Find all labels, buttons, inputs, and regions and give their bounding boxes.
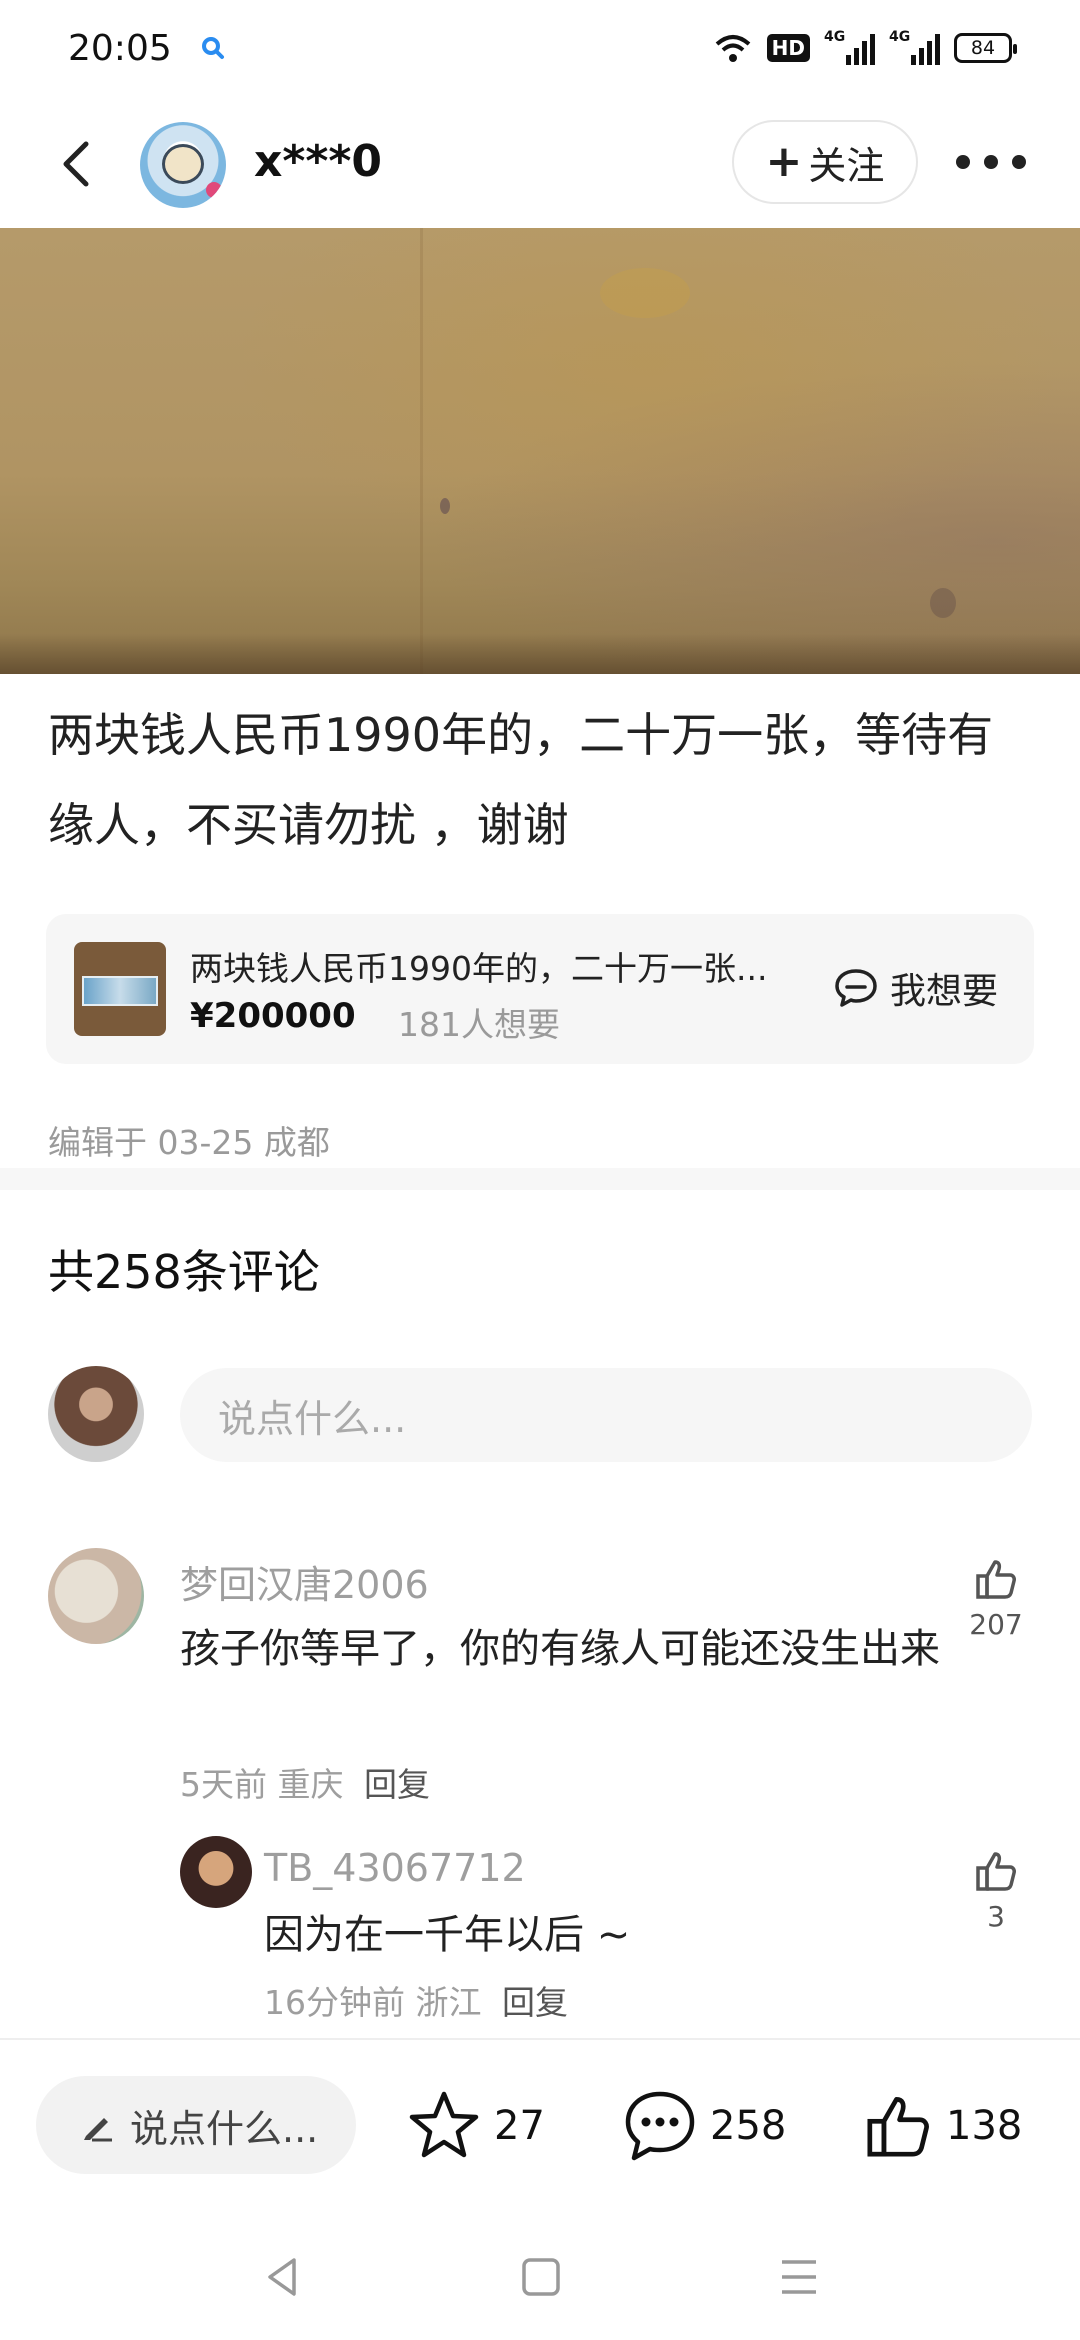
commenter-avatar[interactable] bbox=[180, 1836, 252, 1908]
back-arrow-icon[interactable] bbox=[52, 134, 112, 194]
product-price: ¥200000 bbox=[190, 996, 356, 1036]
comment-location: 浙江 bbox=[415, 1983, 482, 2022]
post-description: 两块钱人民币1990年的，二十万一张，等待有缘人，不买请勿扰 ，谢谢 bbox=[48, 708, 994, 852]
chat-bubble-icon bbox=[625, 2091, 695, 2161]
comment-button[interactable]: 258 bbox=[622, 2084, 786, 2168]
bottom-input-label: 说点什么... bbox=[130, 2106, 319, 2151]
status-icons: HD 4G 4G 84 bbox=[713, 29, 1017, 65]
bottom-action-bar: 说点什么... 27 258 138 bbox=[0, 2040, 1080, 2210]
thumbs-up-icon bbox=[976, 1852, 1016, 1891]
more-dots-icon[interactable] bbox=[956, 150, 1026, 174]
post-header: x***0 + 关注 bbox=[0, 110, 1080, 220]
favorite-count: 27 bbox=[494, 2103, 545, 2149]
favorite-button[interactable]: 27 bbox=[406, 2084, 545, 2168]
product-thumbnail bbox=[74, 942, 166, 1036]
hd-badge: HD bbox=[766, 34, 810, 62]
comment-location: 重庆 bbox=[277, 1765, 344, 1804]
nav-menu-icon[interactable] bbox=[774, 2252, 824, 2302]
like-count: 138 bbox=[946, 2103, 1023, 2149]
thumbs-up-icon bbox=[976, 1560, 1016, 1599]
follow-button[interactable]: + 关注 bbox=[732, 120, 918, 204]
signal-icon-2: 4G bbox=[889, 29, 940, 65]
section-divider bbox=[0, 1168, 1080, 1190]
system-nav-bar bbox=[0, 2220, 1080, 2340]
comment-like-button[interactable]: 3 bbox=[956, 1848, 1036, 1933]
edit-meta: 编辑于 03-25 成都 bbox=[48, 1123, 330, 1162]
product-card[interactable]: 两块钱人民币1990年的，二十万一张... ¥200000 181人想要 我想要 bbox=[46, 914, 1034, 1064]
wifi-icon bbox=[715, 35, 750, 62]
comment-time: 5天前 bbox=[180, 1765, 267, 1804]
thumbs-up-icon bbox=[867, 2097, 929, 2157]
author-avatar[interactable] bbox=[140, 122, 226, 208]
commenter-name[interactable]: TB_43067712 bbox=[264, 1846, 526, 1890]
chat-bubble-icon bbox=[835, 969, 877, 1007]
reply-button[interactable]: 回复 bbox=[502, 1983, 568, 2022]
pen-icon bbox=[84, 2118, 112, 2142]
battery-icon: 84 bbox=[954, 33, 1017, 63]
want-button[interactable]: 我想要 bbox=[832, 960, 998, 1016]
product-title: 两块钱人民币1990年的，二十万一张... bbox=[190, 949, 768, 988]
like-button[interactable]: 138 bbox=[862, 2084, 1022, 2168]
follow-label: 关注 bbox=[808, 143, 885, 188]
comment-count: 258 bbox=[710, 2103, 787, 2149]
comment-text: 因为在一千年以后 ~ bbox=[264, 1912, 631, 1958]
author-username[interactable]: x***0 bbox=[254, 136, 382, 187]
nav-back-icon[interactable] bbox=[258, 2252, 308, 2302]
comment-meta: 16分钟前 浙江 回复 bbox=[264, 1976, 568, 2024]
status-bar: 20:05 HD 4G 4G 84 bbox=[0, 0, 1080, 96]
comment-like-count: 3 bbox=[987, 1900, 1005, 1933]
comments-count-title: 共258条评论 bbox=[48, 1245, 320, 1299]
reply-button[interactable]: 回复 bbox=[364, 1765, 430, 1804]
want-label: 我想要 bbox=[890, 971, 999, 1012]
post-image[interactable] bbox=[0, 228, 1080, 674]
status-time: 20:05 bbox=[68, 27, 172, 69]
comment-text: 孩子你等早了，你的有缘人可能还没生出来 bbox=[180, 1626, 940, 1672]
comment-input[interactable]: 说点什么... bbox=[180, 1368, 1032, 1462]
plus-icon: + bbox=[765, 136, 803, 187]
signal-icon-1: 4G bbox=[824, 29, 875, 65]
product-wants-count: 181人想要 bbox=[398, 1005, 560, 1044]
comment-like-count: 207 bbox=[969, 1608, 1023, 1641]
comment-meta: 5天前 重庆 回复 bbox=[180, 1758, 430, 1806]
search-status-icon bbox=[198, 33, 228, 63]
commenter-name[interactable]: 梦回汉唐2006 bbox=[180, 1554, 429, 1609]
commenter-avatar[interactable] bbox=[48, 1548, 144, 1644]
star-icon bbox=[409, 2091, 479, 2158]
bottom-comment-input[interactable]: 说点什么... bbox=[36, 2076, 356, 2174]
my-avatar bbox=[48, 1366, 144, 1462]
comment-like-button[interactable]: 207 bbox=[956, 1556, 1036, 1641]
comment-time: 16分钟前 bbox=[264, 1983, 405, 2022]
nav-home-icon[interactable] bbox=[516, 2252, 566, 2302]
